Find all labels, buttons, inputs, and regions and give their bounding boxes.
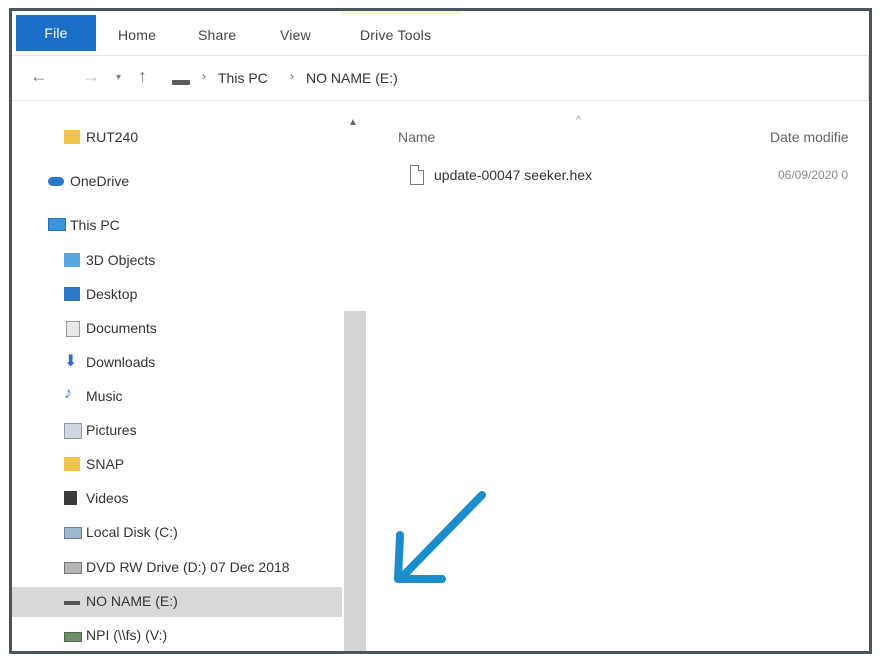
disk-icon xyxy=(64,527,82,539)
sidebar-item-no-name-e[interactable]: NO NAME (E:) xyxy=(12,587,342,617)
breadcrumb-chevron-icon: › xyxy=(202,69,206,83)
sidebar-item-this-pc[interactable]: This PC xyxy=(12,211,342,241)
video-icon xyxy=(64,491,77,505)
file-date-modified: 06/09/2020 0 xyxy=(778,168,849,182)
sidebar-item-rut240[interactable]: RUT240 xyxy=(12,123,342,153)
computer-icon xyxy=(48,218,66,231)
tab-home[interactable]: Home xyxy=(118,19,156,51)
drive-icon xyxy=(172,80,190,85)
sidebar-item-videos[interactable]: Videos xyxy=(12,484,342,514)
breadcrumb-chevron-icon: › xyxy=(290,69,294,83)
desktop-icon xyxy=(64,287,80,301)
file-icon xyxy=(410,165,424,185)
sidebar-item-pictures[interactable]: Pictures xyxy=(12,416,342,446)
folder-icon xyxy=(64,457,80,471)
network-drive-icon xyxy=(64,632,82,642)
music-icon: ♪ xyxy=(64,385,72,402)
navigation-pane: ▲ RUT240 OneDrive This PC 3D Objects Des… xyxy=(12,101,368,651)
sidebar-item-music[interactable]: ♪ Music xyxy=(12,382,342,412)
file-row[interactable]: update-00047 seeker.hex 06/09/2020 0 xyxy=(398,161,869,189)
explorer-window: File Home Share View Drive Tools ← → ▾ ↑… xyxy=(9,8,872,654)
tab-file[interactable]: File xyxy=(16,15,96,51)
sidebar-item-onedrive[interactable]: OneDrive xyxy=(12,167,342,197)
column-header-name[interactable]: Name xyxy=(398,129,435,145)
up-arrow-icon[interactable]: ↑ xyxy=(138,66,147,87)
column-header-date-modified[interactable]: Date modifie xyxy=(770,129,849,145)
ribbon: File Home Share View Drive Tools xyxy=(12,11,869,56)
cube-icon xyxy=(64,253,80,267)
drive-tools-context-accent xyxy=(342,11,462,15)
sidebar-item-desktop[interactable]: Desktop xyxy=(12,280,342,310)
address-row: ← → ▾ ↑ › This PC › NO NAME (E:) xyxy=(12,56,869,101)
recent-locations-chevron-icon[interactable]: ▾ xyxy=(116,72,121,83)
sidebar-item-3d-objects[interactable]: 3D Objects xyxy=(12,246,342,276)
tab-share[interactable]: Share xyxy=(198,19,236,51)
file-name: update-00047 seeker.hex xyxy=(434,167,593,183)
address-divider xyxy=(868,56,869,100)
sidebar-item-dvd-rw-drive-d[interactable]: DVD RW Drive (D:) 07 Dec 2018 xyxy=(12,553,342,583)
cloud-icon xyxy=(48,177,64,186)
breadcrumb-no-name-e[interactable]: NO NAME (E:) xyxy=(306,70,398,86)
breadcrumb-this-pc[interactable]: This PC xyxy=(218,70,268,86)
document-icon xyxy=(66,321,80,337)
pictures-icon xyxy=(64,423,82,439)
tab-view[interactable]: View xyxy=(280,19,311,51)
sidebar-item-downloads[interactable]: ⬇ Downloads xyxy=(12,348,342,378)
scroll-up-icon[interactable]: ▲ xyxy=(348,117,358,128)
annotation-arrow-icon xyxy=(394,491,486,583)
download-icon: ⬇ xyxy=(64,353,78,370)
forward-arrow-icon[interactable]: → xyxy=(82,66,100,87)
nav-scrollbar[interactable] xyxy=(344,311,366,651)
back-arrow-icon[interactable]: ← xyxy=(30,66,48,87)
sidebar-item-documents[interactable]: Documents xyxy=(12,314,342,344)
tab-drive-tools[interactable]: Drive Tools xyxy=(360,19,431,51)
sidebar-item-snap[interactable]: SNAP xyxy=(12,450,342,480)
sidebar-item-network-drive-v[interactable]: NPI (\\fs) (V:) xyxy=(12,621,342,651)
sidebar-item-local-disk-c[interactable]: Local Disk (C:) xyxy=(12,518,342,548)
sort-caret-icon: ^ xyxy=(576,115,581,126)
dvd-drive-icon xyxy=(64,562,82,574)
folder-icon xyxy=(64,130,80,144)
usb-drive-icon xyxy=(64,601,80,605)
